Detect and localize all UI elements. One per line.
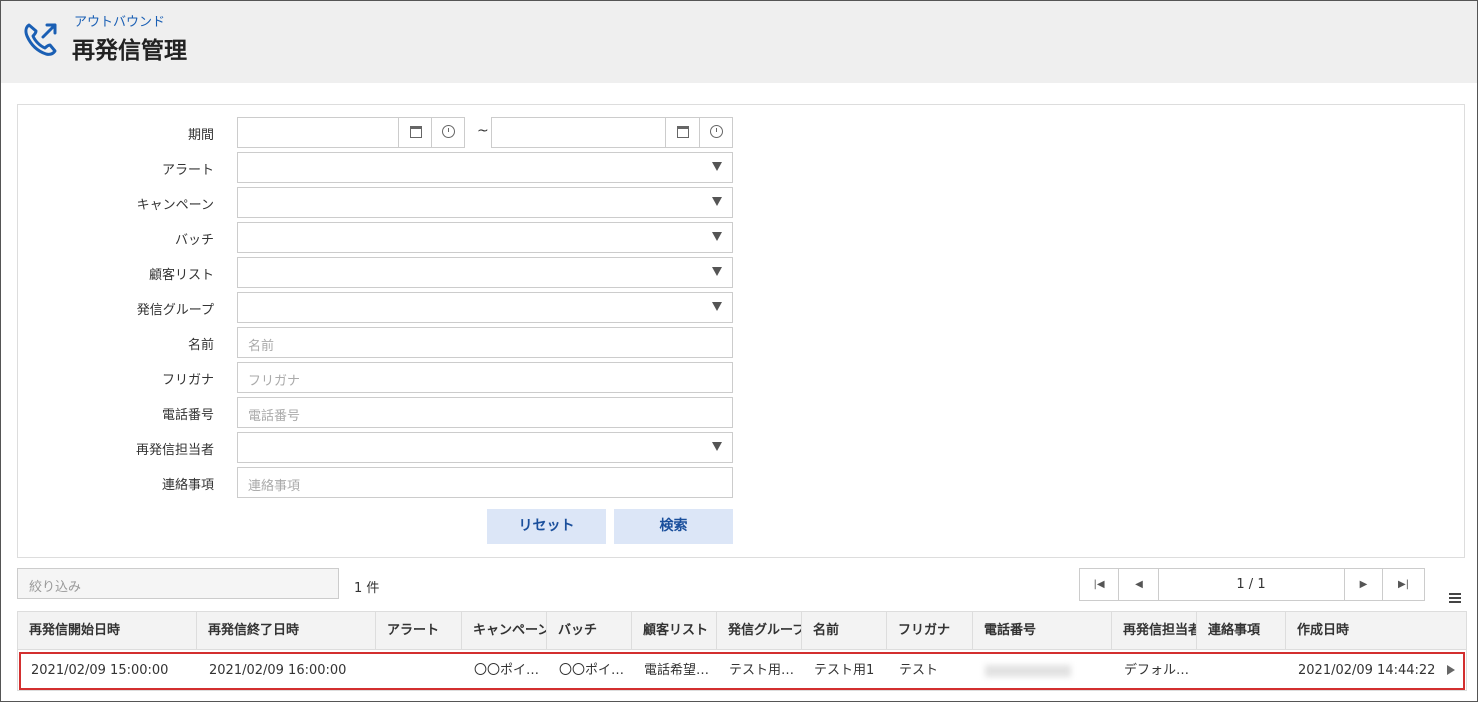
col-alert[interactable]: アラート <box>376 612 462 650</box>
col-name[interactable]: 名前 <box>802 612 887 650</box>
phone-placeholder: 電話番号 <box>248 409 301 424</box>
calendar-button[interactable] <box>665 118 699 147</box>
expand-row-icon[interactable] <box>1447 665 1455 675</box>
campaign-label: キャンペーン <box>136 198 214 213</box>
period-start-field[interactable] <box>237 117 465 148</box>
call-group-label: 発信グループ <box>136 303 214 318</box>
pagination: |◀ ◀ 1 / 1 ▶ ▶| <box>1079 568 1425 601</box>
furigana-input[interactable]: フリガナ <box>237 362 733 393</box>
col-batch[interactable]: バッチ <box>547 612 632 650</box>
search-button[interactable]: 検索 <box>614 509 733 544</box>
chevron-down-icon <box>712 232 722 241</box>
clock-button[interactable] <box>431 118 465 147</box>
prev-page-icon: ◀ <box>1135 579 1143 590</box>
cell-owner: デフォル… <box>1124 663 1190 678</box>
search-form: 期間 ~ アラート キャンペーン バッチ 顧客リスト 発信グループ 名前 名前 … <box>17 104 1465 558</box>
col-owner[interactable]: 再発信担当者 <box>1112 612 1197 650</box>
col-furigana[interactable]: フリガナ <box>887 612 973 650</box>
result-count: 1 件 <box>354 581 380 596</box>
redial-owner-select[interactable] <box>237 432 733 463</box>
col-notes[interactable]: 連絡事項 <box>1197 612 1286 650</box>
last-page-icon: ▶| <box>1397 579 1410 590</box>
notes-label: 連絡事項 <box>161 478 214 493</box>
cell-notes <box>1199 654 1288 688</box>
clock-button[interactable] <box>699 118 733 147</box>
filter-placeholder: 絞り込み <box>29 580 82 595</box>
cell-start: 2021/02/09 15:00:00 <box>31 663 169 678</box>
batch-label: バッチ <box>174 233 214 248</box>
phone-label: 電話番号 <box>161 408 214 423</box>
name-placeholder: 名前 <box>248 339 275 354</box>
page-indicator: 1 / 1 <box>1236 577 1266 592</box>
cell-customer-list: 電話希望… <box>644 663 710 678</box>
furigana-placeholder: フリガナ <box>248 374 301 389</box>
results-table: 再発信開始日時 再発信終了日時 アラート キャンペーン バッチ 顧客リスト 発信… <box>17 611 1467 691</box>
customer-list-select[interactable] <box>237 257 733 288</box>
cell-created: 2021/02/09 14:44:22 <box>1298 663 1436 678</box>
prev-page-button[interactable]: ◀ <box>1120 569 1159 600</box>
campaign-select[interactable] <box>237 187 733 218</box>
col-created[interactable]: 作成日時 <box>1286 612 1466 650</box>
cell-phone <box>975 654 1114 688</box>
cell-name: テスト用1 <box>814 663 875 678</box>
calendar-icon <box>410 126 422 138</box>
calendar-icon <box>677 126 689 138</box>
filter-input[interactable]: 絞り込み <box>17 568 339 599</box>
chevron-down-icon <box>712 302 722 311</box>
cell-alert <box>378 654 464 688</box>
page-header: アウトバウンド 再発信管理 <box>1 1 1477 83</box>
chevron-down-icon <box>712 267 722 276</box>
last-page-button[interactable]: ▶| <box>1384 569 1423 600</box>
cell-call-group: テスト用… <box>729 663 795 678</box>
furigana-label: フリガナ <box>161 373 214 388</box>
calendar-button[interactable] <box>398 118 432 147</box>
redacted-phone <box>985 664 1071 677</box>
period-end-field[interactable] <box>491 117 733 148</box>
chevron-down-icon <box>712 442 722 451</box>
batch-select[interactable] <box>237 222 733 253</box>
cell-batch: 〇〇ポイ… <box>559 663 625 678</box>
chevron-down-icon <box>712 162 722 171</box>
clock-icon <box>442 125 455 138</box>
period-separator: ~ <box>477 123 489 139</box>
col-customer-list[interactable]: 顧客リスト <box>632 612 717 650</box>
cell-end: 2021/02/09 16:00:00 <box>209 663 347 678</box>
chevron-down-icon <box>712 197 722 206</box>
alert-select[interactable] <box>237 152 733 183</box>
name-label: 名前 <box>187 338 214 353</box>
redial-owner-label: 再発信担当者 <box>135 443 214 458</box>
first-page-icon: |◀ <box>1093 579 1105 590</box>
outbound-call-icon <box>24 23 57 56</box>
period-label: 期間 <box>187 128 214 143</box>
col-start[interactable]: 再発信開始日時 <box>18 612 197 650</box>
table-header: 再発信開始日時 再発信終了日時 アラート キャンペーン バッチ 顧客リスト 発信… <box>18 612 1466 650</box>
first-page-button[interactable]: |◀ <box>1080 569 1119 600</box>
col-call-group[interactable]: 発信グループ <box>717 612 802 650</box>
reset-button[interactable]: リセット <box>487 509 606 544</box>
cell-furigana: テスト <box>899 663 939 678</box>
clock-icon <box>710 125 723 138</box>
table-row[interactable]: 2021/02/09 15:00:00 2021/02/09 16:00:00 … <box>19 652 1465 690</box>
phone-input[interactable]: 電話番号 <box>237 397 733 428</box>
next-page-button[interactable]: ▶ <box>1344 569 1383 600</box>
notes-input[interactable]: 連絡事項 <box>237 467 733 498</box>
page-title: 再発信管理 <box>72 38 187 64</box>
call-group-select[interactable] <box>237 292 733 323</box>
cell-campaign: 〇〇ポイ… <box>474 663 540 678</box>
name-input[interactable]: 名前 <box>237 327 733 358</box>
column-menu-icon[interactable] <box>1449 593 1461 603</box>
next-page-icon: ▶ <box>1359 579 1368 590</box>
customer-list-label: 顧客リスト <box>148 268 214 283</box>
col-phone[interactable]: 電話番号 <box>973 612 1112 650</box>
alert-label: アラート <box>161 163 214 178</box>
notes-placeholder: 連絡事項 <box>248 479 301 494</box>
col-campaign[interactable]: キャンペーン <box>462 612 547 650</box>
header-subtitle: アウトバウンド <box>74 15 166 30</box>
col-end[interactable]: 再発信終了日時 <box>197 612 376 650</box>
